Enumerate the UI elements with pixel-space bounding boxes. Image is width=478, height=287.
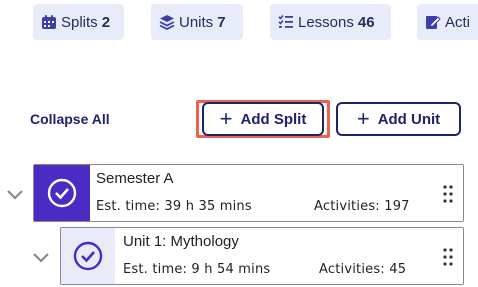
splits-summary-pill[interactable]: Splits 2: [33, 4, 124, 40]
activities-summary-pill[interactable]: Acti: [417, 4, 478, 40]
chevron-down-icon[interactable]: [6, 189, 24, 201]
drag-handle-icon[interactable]: [443, 248, 453, 266]
units-label: Units: [179, 13, 214, 31]
unit-activities: Activities: 45: [319, 262, 407, 277]
semester-activities: Activities: 197: [314, 199, 410, 214]
semester-title: Semester A: [96, 170, 174, 187]
plus-icon: +: [356, 106, 370, 131]
unit-est-time: Est. time: 9 h 54 mins: [123, 262, 271, 277]
check-circle-icon: [47, 178, 77, 208]
units-count: 7: [217, 13, 226, 31]
add-unit-button[interactable]: + Add Unit: [336, 102, 461, 136]
lessons-label: Lessons: [298, 13, 354, 31]
collapse-all-button[interactable]: Collapse All: [30, 111, 110, 127]
add-split-label: Add Split: [240, 110, 307, 128]
chevron-down-icon[interactable]: [32, 252, 50, 264]
calendar-icon: [42, 15, 56, 29]
unit-status: [61, 228, 115, 284]
semester-status: [34, 165, 90, 221]
check-circle-icon: [73, 241, 103, 271]
checklist-icon: [278, 14, 293, 28]
add-unit-label: Add Unit: [377, 110, 441, 128]
layers-icon: [159, 15, 175, 30]
edit-icon: [426, 16, 441, 29]
units-summary-pill[interactable]: Units 7: [151, 4, 243, 40]
semester-card[interactable]: Semester A Est. time: 39 h 35 mins Activ…: [33, 164, 464, 222]
lessons-summary-pill[interactable]: Lessons 46: [270, 4, 391, 40]
activities-label: Acti: [445, 13, 471, 31]
add-split-button[interactable]: + Add Split: [202, 102, 324, 136]
splits-count: 2: [101, 13, 111, 31]
semester-est-time: Est. time: 39 h 35 mins: [96, 199, 252, 214]
unit-title: Unit 1: Mythology: [123, 233, 239, 250]
lessons-count: 46: [357, 13, 375, 31]
plus-icon: +: [219, 106, 233, 131]
drag-handle-icon[interactable]: [443, 185, 453, 203]
splits-label: Splits: [61, 13, 98, 31]
unit-card[interactable]: Unit 1: Mythology Est. time: 9 h 54 mins…: [60, 227, 464, 285]
